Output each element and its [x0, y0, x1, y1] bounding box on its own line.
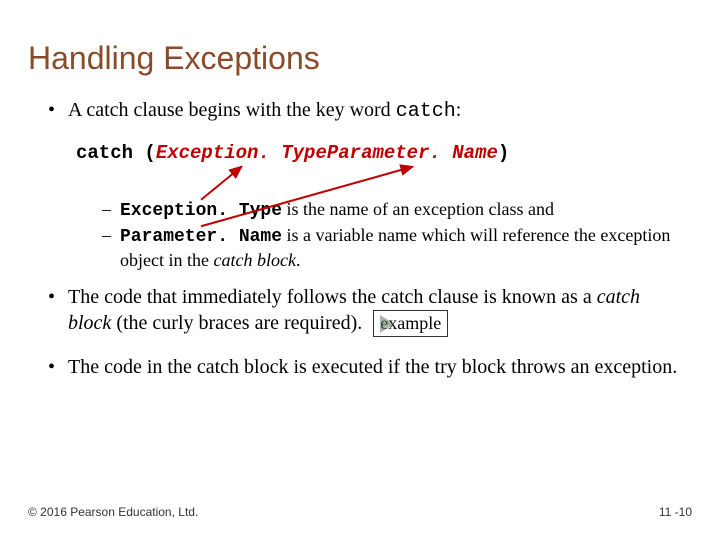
text: The code in the catch block is executed …: [68, 356, 677, 378]
text: .: [296, 250, 301, 270]
slide-title: Handling Exceptions: [28, 38, 320, 78]
text: The code that immediately follows the ca…: [68, 286, 597, 308]
text: :: [456, 99, 462, 121]
syntax-close: ): [498, 142, 509, 166]
bullet-executed-if-throws: The code in the catch block is executed …: [48, 355, 680, 380]
slide: Handling Exceptions A catch clause begin…: [0, 0, 720, 540]
syntax-exception-type: Exception. Type: [156, 142, 327, 166]
sublist: Exception. Type is the name of an except…: [102, 198, 680, 272]
code-exception-type: Exception. Type: [120, 201, 282, 221]
footer-page-number: 11 -10: [659, 505, 692, 520]
code-parameter-name: Parameter. Name: [120, 227, 282, 247]
footer-copyright: © 2016 Pearson Education, Ltd.: [28, 505, 198, 520]
bullet-catch-clause: A catch clause begins with the key word …: [48, 98, 680, 124]
example-button[interactable]: example: [373, 310, 448, 337]
text: (the curly braces are required).: [111, 312, 362, 334]
example-label: example: [380, 313, 441, 333]
sub-exception-type: Exception. Type is the name of an except…: [102, 198, 680, 223]
text: is the name of an exception class and: [282, 199, 554, 219]
catch-syntax: catch (Exception. Type Parameter. Name): [76, 142, 680, 166]
syntax-parameter-name: Parameter. Name: [327, 142, 498, 166]
italic-catch-block: catch block: [213, 250, 295, 270]
text: A catch clause begins with the key word: [68, 99, 396, 121]
keyword-catch: catch: [396, 100, 456, 123]
slide-body: A catch clause begins with the key word …: [48, 98, 680, 398]
bullet-catch-block: The code that immediately follows the ca…: [48, 285, 680, 337]
sub-parameter-name: Parameter. Name is a variable name which…: [102, 224, 680, 271]
syntax-keyword: catch (: [76, 142, 156, 166]
